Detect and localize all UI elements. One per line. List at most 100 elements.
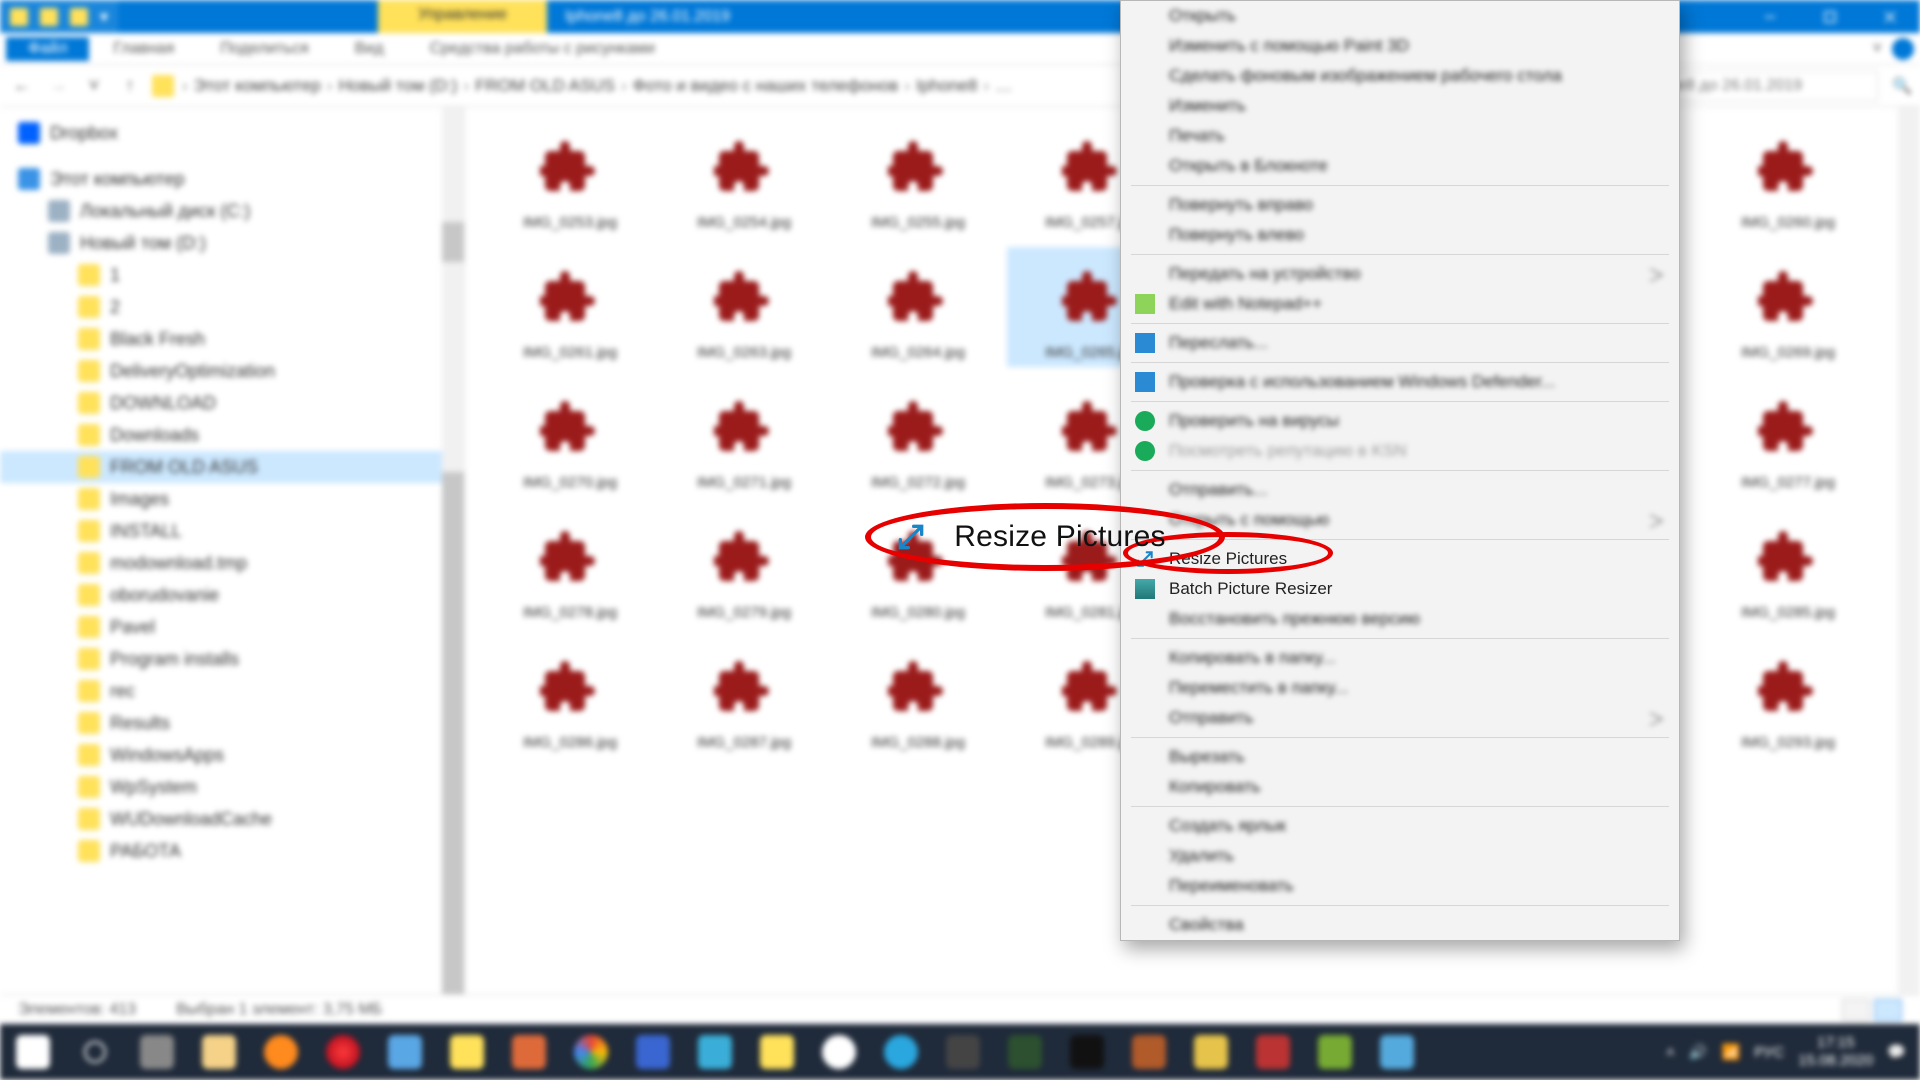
- file-thumb[interactable]: IMG_0260.jpg: [1703, 117, 1873, 237]
- sidebar-item-folder[interactable]: Pavel: [0, 611, 464, 643]
- file-thumb[interactable]: IMG_0255.jpg: [833, 117, 1003, 237]
- taskbar-app[interactable]: [686, 1028, 744, 1076]
- taskbar-app[interactable]: [810, 1028, 868, 1076]
- taskbar-app[interactable]: [376, 1028, 434, 1076]
- context-menu-item[interactable]: Изменить: [1121, 91, 1679, 121]
- scrollbar-thumb[interactable]: [442, 222, 464, 262]
- sidebar-item-folder[interactable]: WUDownloadCache: [0, 803, 464, 835]
- breadcrumb[interactable]: ›Этот компьютер ›Новый том (D:) ›FROM OL…: [182, 76, 1012, 96]
- context-menu-item[interactable]: Проверить на вирусы: [1121, 406, 1679, 436]
- file-thumb[interactable]: IMG_0277.jpg: [1703, 377, 1873, 497]
- search-icon[interactable]: 🔍: [1892, 76, 1912, 96]
- context-menu-item[interactable]: Отправить...: [1121, 475, 1679, 505]
- tray-lang[interactable]: РУС: [1754, 1044, 1784, 1061]
- file-thumb[interactable]: IMG_0264.jpg: [833, 247, 1003, 367]
- taskbar-app[interactable]: [872, 1028, 930, 1076]
- up-button[interactable]: ↑: [116, 75, 144, 96]
- ribbon-file[interactable]: Файл: [6, 37, 89, 61]
- context-menu-item[interactable]: Посмотреть репутацию в KSN: [1121, 436, 1679, 466]
- taskbar-app[interactable]: [996, 1028, 1054, 1076]
- file-thumb[interactable]: IMG_0287.jpg: [659, 637, 829, 757]
- context-menu-item[interactable]: Свойства: [1121, 910, 1679, 940]
- forward-button[interactable]: →: [44, 75, 72, 96]
- context-menu-item[interactable]: Копировать: [1121, 772, 1679, 802]
- context-menu-item[interactable]: Открыть с помощью＞: [1121, 505, 1679, 535]
- start-button[interactable]: [4, 1028, 62, 1076]
- sidebar-item-folder[interactable]: oborudovanie: [0, 579, 464, 611]
- file-thumb[interactable]: IMG_0293.jpg: [1703, 637, 1873, 757]
- sidebar-item-folder[interactable]: Downloads: [0, 419, 464, 451]
- sidebar-item-pc[interactable]: Этот компьютер: [0, 163, 464, 195]
- sidebar-item-disk-d[interactable]: Новый том (D:): [0, 227, 464, 259]
- sidebar-item-folder[interactable]: WindowsApps: [0, 739, 464, 771]
- sidebar-item-disk-c[interactable]: Локальный диск (C:): [0, 195, 464, 227]
- taskbar-app[interactable]: [1306, 1028, 1364, 1076]
- taskbar-app[interactable]: [748, 1028, 806, 1076]
- taskbar-app[interactable]: [934, 1028, 992, 1076]
- sidebar-item-folder[interactable]: WpSystem: [0, 771, 464, 803]
- file-thumb[interactable]: IMG_0279.jpg: [659, 507, 829, 627]
- scrollbar[interactable]: [1898, 107, 1920, 994]
- context-menu-item[interactable]: Создать ярлык: [1121, 811, 1679, 841]
- context-menu-item[interactable]: Передать на устройство＞: [1121, 259, 1679, 289]
- tray-notifications-icon[interactable]: 💬: [1887, 1043, 1906, 1061]
- sidebar-item-folder[interactable]: 2: [0, 291, 464, 323]
- context-menu-item[interactable]: Повернуть вправо: [1121, 190, 1679, 220]
- context-menu-item[interactable]: Batch Picture Resizer: [1121, 574, 1679, 604]
- sidebar-item-folder[interactable]: 1: [0, 259, 464, 291]
- file-thumb[interactable]: IMG_0263.jpg: [659, 247, 829, 367]
- sidebar-item-folder[interactable]: РАБОТА: [0, 835, 464, 867]
- context-menu-item[interactable]: Удалить: [1121, 841, 1679, 871]
- ribbon-tab-share[interactable]: Поделиться: [198, 37, 330, 61]
- context-menu-item[interactable]: Edit with Notepad++: [1121, 289, 1679, 319]
- context-menu-item[interactable]: Resize Pictures: [1121, 544, 1679, 574]
- file-thumb[interactable]: IMG_0261.jpg: [485, 247, 655, 367]
- tray-clock[interactable]: 17:15 15.08.2020: [1798, 1034, 1873, 1070]
- recent-button[interactable]: ˅: [80, 75, 108, 96]
- file-thumb[interactable]: IMG_0285.jpg: [1703, 507, 1873, 627]
- close-button[interactable]: [1860, 0, 1920, 33]
- tray-icon[interactable]: 🔊: [1689, 1043, 1708, 1061]
- taskbar-app[interactable]: [190, 1028, 248, 1076]
- back-button[interactable]: ←: [8, 75, 36, 96]
- tray-chevron-icon[interactable]: ˄: [1666, 1044, 1675, 1061]
- sidebar-item-folder[interactable]: modownload.tmp: [0, 547, 464, 579]
- taskbar-app[interactable]: [624, 1028, 682, 1076]
- context-menu-item[interactable]: Переслать...: [1121, 328, 1679, 358]
- context-menu-item[interactable]: Сделать фоновым изображением рабочего ст…: [1121, 61, 1679, 91]
- taskbar-app[interactable]: [500, 1028, 558, 1076]
- help-icon[interactable]: [1892, 38, 1914, 60]
- sidebar-item-dropbox[interactable]: Dropbox: [0, 117, 464, 149]
- taskbar-app[interactable]: [1120, 1028, 1178, 1076]
- taskbar-app[interactable]: [314, 1028, 372, 1076]
- ribbon-tab-picturetools[interactable]: Средства работы с рисунками: [408, 37, 677, 61]
- sidebar-item-folder[interactable]: DOWNLOAD: [0, 387, 464, 419]
- taskbar-app[interactable]: [252, 1028, 310, 1076]
- taskbar-app[interactable]: [562, 1028, 620, 1076]
- context-menu-item[interactable]: Переместить в папку...: [1121, 673, 1679, 703]
- context-menu-item[interactable]: Копировать в папку...: [1121, 643, 1679, 673]
- ribbon-tab-view[interactable]: Вид: [333, 37, 406, 61]
- file-thumb[interactable]: IMG_0278.jpg: [485, 507, 655, 627]
- taskbar-app[interactable]: [1182, 1028, 1240, 1076]
- context-menu-item[interactable]: Повернуть влево: [1121, 220, 1679, 250]
- context-menu-item[interactable]: Восстановить прежнюю версию: [1121, 604, 1679, 634]
- ribbon-tab-home[interactable]: Главная: [91, 37, 196, 61]
- sidebar-item-folder[interactable]: rec: [0, 675, 464, 707]
- context-menu-item[interactable]: Изменить с помощью Paint 3D: [1121, 31, 1679, 61]
- file-thumb[interactable]: IMG_0288.jpg: [833, 637, 1003, 757]
- taskbar-app[interactable]: [1244, 1028, 1302, 1076]
- taskview-button[interactable]: [128, 1028, 186, 1076]
- sidebar-item-folder[interactable]: Program installs: [0, 643, 464, 675]
- taskbar-app[interactable]: [1368, 1028, 1426, 1076]
- scrollbar-thumb[interactable]: [442, 472, 464, 994]
- minimize-button[interactable]: [1740, 0, 1800, 33]
- context-menu-item[interactable]: Вырезать: [1121, 742, 1679, 772]
- context-menu-item[interactable]: Печать: [1121, 121, 1679, 151]
- file-thumb[interactable]: IMG_0270.jpg: [485, 377, 655, 497]
- context-menu-item[interactable]: Открыть в Блокноте: [1121, 151, 1679, 181]
- file-thumb[interactable]: IMG_0271.jpg: [659, 377, 829, 497]
- sidebar-item-folder[interactable]: DeliveryOptimization: [0, 355, 464, 387]
- context-menu-item[interactable]: Открыть: [1121, 1, 1679, 31]
- sidebar-item-folder[interactable]: Black Fresh: [0, 323, 464, 355]
